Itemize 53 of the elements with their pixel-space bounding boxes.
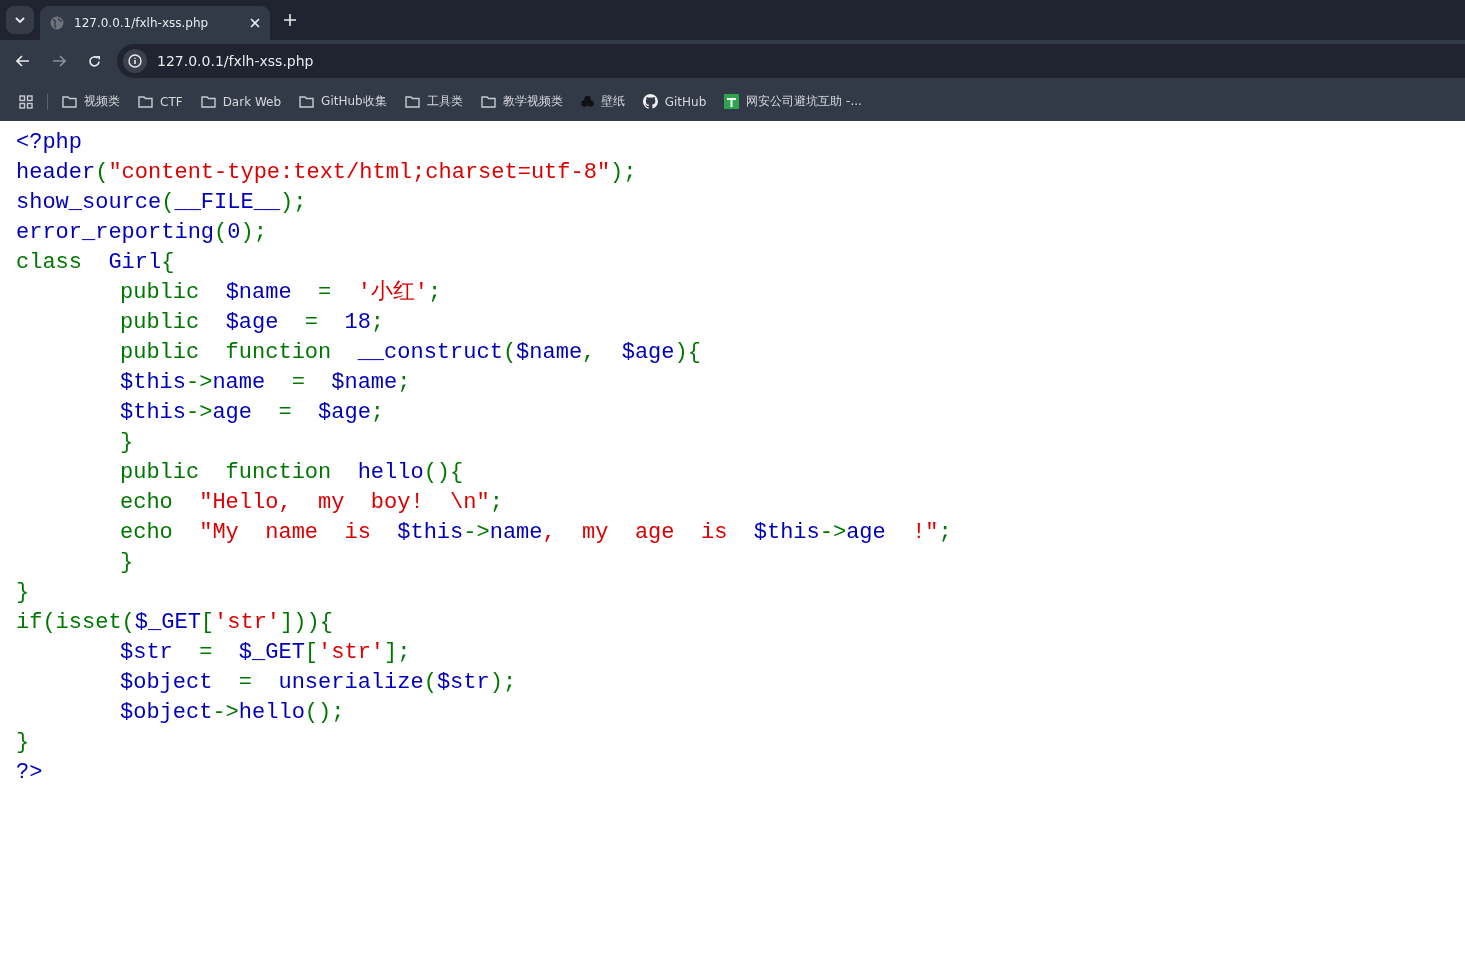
code-line: echo "My name is $this->name, my age is $this->age !";	[120, 519, 952, 547]
code-line: show_source(__FILE__);	[16, 189, 307, 217]
bookmark-item[interactable]: 视频类	[62, 93, 120, 110]
folder-icon	[138, 95, 153, 108]
code-line: if(isset($_GET['str'])){	[16, 609, 333, 637]
url-text: 127.0.0.1/fxlh-xss.php	[157, 53, 314, 69]
code-line: }	[16, 579, 30, 607]
code-line: ?>	[16, 759, 43, 787]
clover-icon	[580, 95, 594, 108]
close-icon[interactable]	[250, 18, 260, 28]
apps-grid-icon[interactable]	[19, 94, 33, 109]
address-bar[interactable]: 127.0.0.1/fxlh-xss.php	[117, 44, 1465, 78]
reload-icon[interactable]	[88, 54, 101, 68]
code-line: echo "Hello, my boy! \n";	[120, 489, 503, 517]
forward-icon[interactable]	[52, 55, 66, 67]
code-line: }	[120, 549, 134, 577]
github-icon	[642, 94, 658, 109]
bookmark-item[interactable]: CTF	[138, 94, 183, 109]
code-line: $object = unserialize($str);	[120, 669, 517, 697]
folder-icon	[200, 95, 216, 108]
code-line: public function __construct($name, $age){	[120, 339, 701, 367]
folder-icon	[480, 95, 496, 108]
code-line: public $name = '小红';	[120, 279, 442, 307]
chevron-down-icon	[15, 17, 25, 23]
bookmark-item[interactable]: GitHub	[642, 94, 707, 109]
bookmark-item[interactable]: 网安公司避坑互助 -...	[724, 93, 862, 110]
code-line: }	[120, 429, 134, 457]
code-line: public $age = 18;	[120, 309, 385, 337]
code-line: public function hello(){	[120, 459, 464, 487]
code-line: <?php	[16, 129, 82, 157]
bookmark-item[interactable]: 教学视频类	[480, 93, 563, 110]
new-tab-icon[interactable]	[284, 14, 296, 26]
folder-icon	[404, 95, 420, 108]
folder-icon	[62, 95, 77, 108]
bookmark-item[interactable]: Dark Web	[200, 94, 282, 109]
site-info-icon[interactable]	[123, 49, 147, 73]
bookmark-item[interactable]: GitHub收集	[299, 93, 387, 110]
code-line: header("content-type:text/html;charset=utf-8");	[16, 159, 637, 187]
code-line: $str = $_GET['str'];	[120, 639, 411, 667]
back-icon[interactable]	[16, 55, 30, 67]
code-line: class Girl{	[16, 249, 175, 277]
code-line: }	[16, 729, 30, 757]
folder-icon	[299, 95, 315, 108]
code-line: $this->name = $name;	[120, 369, 411, 397]
tab-title: 127.0.0.1/fxlh-xss.php	[74, 16, 210, 30]
tab-list-button[interactable]	[6, 6, 34, 34]
browser-tab[interactable]: 127.0.0.1/fxlh-xss.php	[40, 6, 270, 40]
code-line: $object->hello();	[120, 699, 345, 727]
bookmark-item[interactable]: 工具类	[404, 93, 463, 110]
globe-icon	[50, 16, 64, 30]
code-line: error_reporting(0);	[16, 219, 267, 247]
code-line: $this->age = $age;	[120, 399, 385, 427]
bookmark-item[interactable]: 壁纸	[580, 93, 625, 110]
